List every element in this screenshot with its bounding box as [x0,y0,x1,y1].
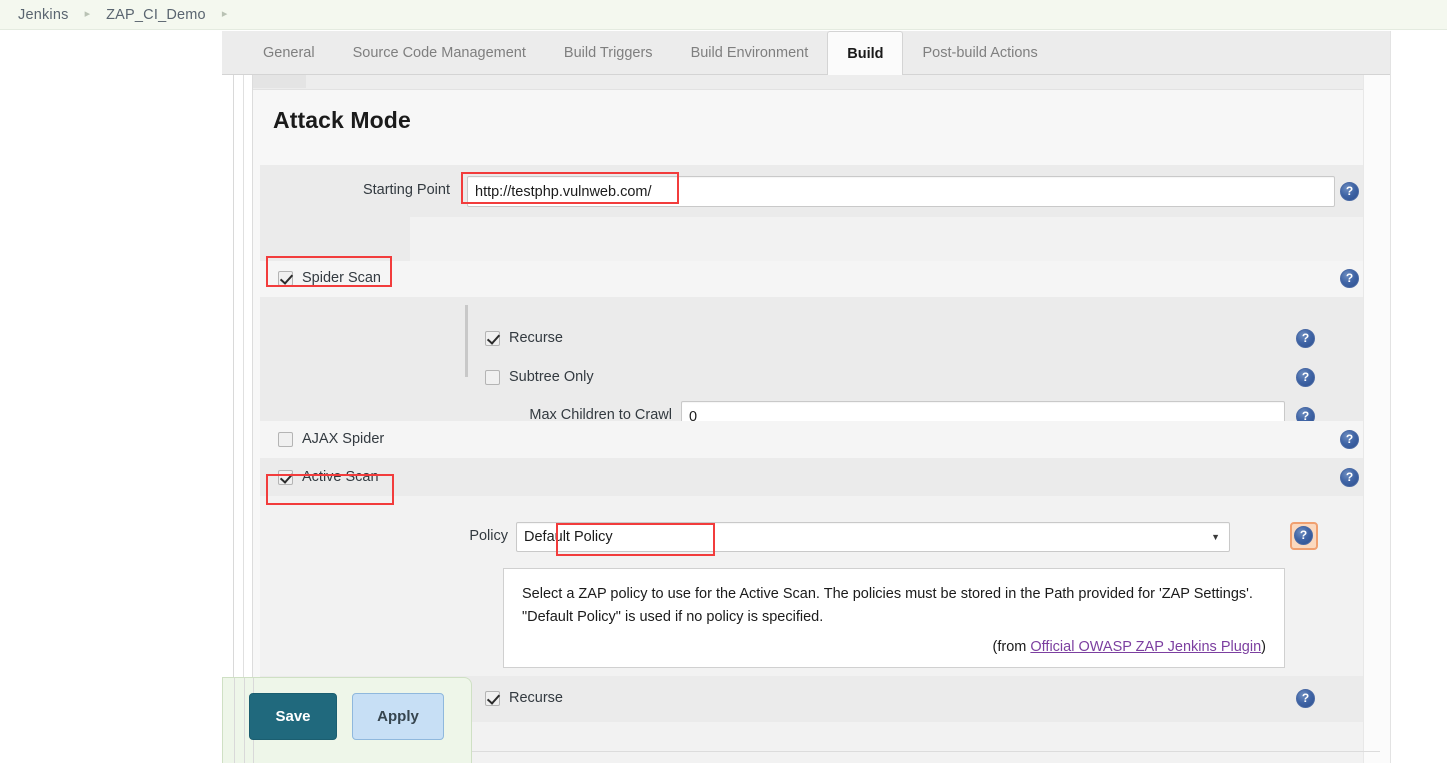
config-tab-bar: General Source Code Management Build Tri… [222,31,1390,75]
tab-source-code-management[interactable]: Source Code Management [334,31,545,75]
spider-scan-label: Spider Scan [302,270,381,286]
tab-build-environment[interactable]: Build Environment [672,31,828,75]
form-top-stub-inner [253,75,306,88]
tab-build-triggers[interactable]: Build Triggers [545,31,672,75]
policy-help-source: (from Official OWASP ZAP Jenkins Plugin) [522,636,1266,659]
row-starting-point: Starting Point http://testphp.vulnweb.co… [260,165,1390,217]
section-title-attack-mode: Attack Mode [273,107,411,134]
starting-point-label: Starting Point [270,182,450,198]
row-spacer-starting-point [260,217,1390,261]
help-icon-ajax-spider[interactable] [1340,430,1359,449]
apply-button[interactable]: Apply [352,693,444,740]
policy-label: Policy [440,528,508,544]
spider-options-indent-bar [465,305,468,377]
recurse-spider-checkbox-wrap[interactable]: Recurse [485,330,563,346]
starting-point-input[interactable]: http://testphp.vulnweb.com/ [467,176,1335,207]
ajax-spider-checkbox-wrap[interactable]: AJAX Spider [278,431,384,447]
help-icon-recurse-spider[interactable] [1296,329,1315,348]
subtree-only-checkbox[interactable] [485,370,500,385]
breadcrumb-item-jenkins[interactable]: Jenkins [18,7,69,23]
breadcrumb-separator-icon: ▸ [85,9,91,20]
tab-general[interactable]: General [244,31,334,75]
policy-help-panel: Select a ZAP policy to use for the Activ… [503,568,1285,668]
spider-scan-checkbox-wrap[interactable]: Spider Scan [278,270,381,286]
row-active-scan: Active Scan [260,458,1390,496]
policy-select[interactable]: Default Policy ▼ [516,522,1230,552]
row-spider-options: Recurse Subtree Only Max Children to Cra… [260,297,1390,421]
breadcrumb: Jenkins ▸ ZAP_CI_Demo ▸ [0,0,1447,30]
help-icon-active-scan[interactable] [1340,468,1359,487]
subtree-only-checkbox-wrap[interactable]: Subtree Only [485,369,594,385]
policy-help-from-prefix: (from [993,639,1031,655]
row-spacer-left-block [260,217,410,261]
jenkins-job-config-page: Jenkins ▸ ZAP_CI_Demo ▸ General Source C… [0,0,1447,763]
row-ajax-spider: AJAX Spider [260,421,1390,458]
tab-post-build-actions[interactable]: Post-build Actions [903,31,1056,75]
help-icon-spider-scan[interactable] [1340,269,1359,288]
help-icon-policy[interactable] [1294,526,1313,545]
config-pane-right-edge [1390,31,1391,763]
form-rail-middle [243,75,244,763]
help-icon-subtree-only[interactable] [1296,368,1315,387]
policy-help-paragraph: Select a ZAP policy to use for the Activ… [522,583,1266,630]
ajax-spider-label: AJAX Spider [302,431,384,447]
recurse-active-checkbox-wrap[interactable]: Recurse [485,690,563,706]
breadcrumb-item-job[interactable]: ZAP_CI_Demo [106,7,206,23]
recurse-spider-checkbox[interactable] [485,331,500,346]
subtree-only-label: Subtree Only [509,369,594,385]
policy-help-link[interactable]: Official OWASP ZAP Jenkins Plugin [1030,639,1261,655]
help-icon-starting-point[interactable] [1340,182,1359,201]
form-rail-outer [233,75,234,763]
tab-build[interactable]: Build [827,31,903,76]
row-active-scan-options: Policy Default Policy ▼ Select a ZAP pol… [260,496,1390,676]
recurse-active-checkbox[interactable] [485,691,500,706]
active-scan-checkbox[interactable] [278,470,293,485]
policy-select-value: Default Policy [524,529,613,545]
spider-scan-checkbox[interactable] [278,271,293,286]
form-right-gutter [1363,75,1390,763]
recurse-active-label: Recurse [509,690,563,706]
build-step-form: Attack Mode Starting Point http://testph… [253,75,1390,763]
policy-help-from-suffix: ) [1261,639,1266,655]
save-button[interactable]: Save [249,693,337,740]
savebar-rail-middle [244,678,245,763]
savebar-rail-outer [234,678,235,763]
active-scan-label: Active Scan [302,469,379,485]
recurse-spider-label: Recurse [509,330,563,346]
save-apply-bar: Save Apply [222,677,472,763]
chevron-down-icon: ▼ [1211,533,1222,542]
row-spider-scan: Spider Scan [260,261,1390,297]
help-icon-recurse-active[interactable] [1296,689,1315,708]
form-top-stub [253,75,1390,90]
breadcrumb-trailing-separator-icon: ▸ [222,9,228,20]
ajax-spider-checkbox[interactable] [278,432,293,447]
active-scan-checkbox-wrap[interactable]: Active Scan [278,469,379,485]
